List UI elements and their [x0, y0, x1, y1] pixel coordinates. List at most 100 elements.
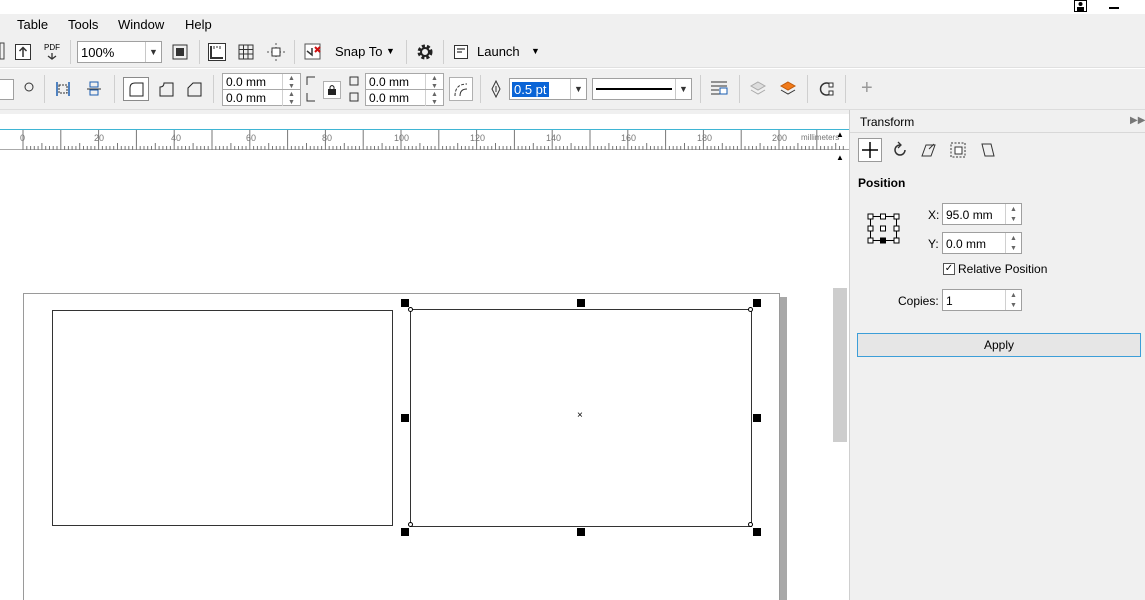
position-tab-icon[interactable]	[858, 138, 882, 162]
spin-up-icon[interactable]: ▲	[1005, 290, 1021, 300]
spin-down-icon[interactable]: ▼	[1005, 243, 1021, 253]
snap-off-icon[interactable]	[301, 41, 325, 63]
menu-tools[interactable]: Tools	[68, 17, 98, 32]
x-position-field[interactable]: 95.0 mm ▲ ▼	[942, 203, 1022, 225]
spin-up-icon[interactable]: ▲	[425, 74, 443, 82]
zoom-to-page-icon[interactable]	[168, 41, 192, 63]
menu-window[interactable]: Window	[118, 17, 164, 32]
scalloped-corner-icon[interactable]	[154, 78, 178, 100]
to-front-icon[interactable]	[776, 78, 800, 100]
y-position-value[interactable]: 0.0 mm	[946, 237, 986, 251]
pdf-icon[interactable]: PDF	[40, 41, 64, 63]
zoom-select[interactable]: 100% ▼	[77, 41, 162, 63]
spin-up-icon[interactable]: ▲	[282, 90, 300, 98]
gear-icon[interactable]	[413, 41, 437, 63]
chamfered-corner-icon[interactable]	[182, 78, 206, 100]
expand-icon[interactable]: ▶▶	[1130, 115, 1145, 126]
drawing-canvas[interactable]: ×	[0, 151, 833, 600]
text-wrap-icon[interactable]	[707, 78, 731, 100]
round-corner-icon[interactable]	[123, 77, 149, 101]
ruler-ticks	[22, 130, 844, 150]
corner-node[interactable]	[748, 307, 753, 312]
selection-handle[interactable]	[753, 414, 761, 422]
outline-width-value[interactable]: 0.5 pt	[512, 82, 549, 97]
launch-icon[interactable]	[450, 41, 472, 63]
selection-handle[interactable]	[401, 299, 409, 307]
corner-radius-4-field[interactable]: 0.0 mm ▲ ▼	[365, 89, 444, 106]
copies-value[interactable]: 1	[946, 294, 953, 308]
rectangle-shape-left[interactable]	[52, 310, 393, 526]
spin-down-icon[interactable]: ▼	[1005, 214, 1021, 224]
lock-icon[interactable]	[323, 81, 341, 99]
chevron-down-icon[interactable]: ▼	[386, 46, 395, 56]
pen-icon[interactable]	[488, 79, 504, 99]
ruler-tick-label: 200	[772, 133, 788, 143]
guidelines-icon[interactable]	[264, 41, 288, 63]
chevron-down-icon[interactable]: ▼	[570, 79, 586, 99]
circle-icon[interactable]	[22, 80, 36, 94]
minimize-icon[interactable]	[1108, 2, 1120, 14]
spin-down-icon[interactable]: ▼	[282, 98, 300, 106]
align-icon[interactable]	[52, 79, 74, 99]
corner-bottom-right-icon	[347, 91, 361, 103]
partial-field[interactable]	[0, 79, 14, 100]
skew-tab-icon[interactable]	[976, 138, 1000, 162]
scroll-up-icon[interactable]: ▲	[836, 130, 844, 139]
selection-handle[interactable]	[753, 528, 761, 536]
spin-up-icon[interactable]: ▲	[425, 90, 443, 98]
chevron-down-icon[interactable]: ▼	[675, 79, 691, 99]
selection-handle[interactable]	[401, 414, 409, 422]
relative-position-label[interactable]: Relative Position	[958, 262, 1047, 276]
add-tool-button[interactable]: +	[861, 77, 873, 100]
spin-up-icon[interactable]: ▲	[1005, 233, 1021, 243]
to-back-icon[interactable]	[746, 78, 770, 100]
size-tab-icon[interactable]	[946, 138, 970, 162]
apply-button[interactable]: Apply	[857, 333, 1141, 357]
grid-icon[interactable]	[234, 41, 258, 63]
scale-tab-icon[interactable]	[916, 138, 940, 162]
spin-up-icon[interactable]: ▲	[1005, 204, 1021, 214]
center-marker-icon[interactable]: ×	[577, 410, 583, 421]
corner-node[interactable]	[408, 307, 413, 312]
separator	[44, 75, 45, 103]
rulers-icon[interactable]	[205, 41, 229, 63]
scale-corners-icon[interactable]	[449, 77, 473, 101]
copies-field[interactable]: 1 ▲ ▼	[942, 289, 1022, 311]
spin-up-icon[interactable]: ▲	[282, 74, 300, 82]
outline-width-select[interactable]: 0.5 pt ▼	[509, 78, 587, 100]
chevron-down-icon[interactable]: ▼	[145, 42, 161, 62]
corner-top-icon	[305, 75, 317, 87]
user-icon[interactable]	[1074, 0, 1087, 14]
corner-radius-2-field[interactable]: 0.0 mm ▲ ▼	[222, 89, 301, 106]
corner-radius-1-value: 0.0 mm	[226, 75, 267, 89]
x-position-value[interactable]: 95.0 mm	[946, 208, 993, 222]
corner-node[interactable]	[748, 522, 753, 527]
scrollbar-thumb[interactable]	[833, 288, 847, 442]
rotate-tab-icon[interactable]	[888, 138, 912, 162]
spin-down-icon[interactable]: ▼	[425, 98, 443, 106]
menu-table[interactable]: Table	[17, 17, 48, 32]
snap-to-label[interactable]: Snap To	[335, 44, 382, 59]
line-style-select[interactable]: ▼	[592, 78, 692, 100]
distribute-icon[interactable]	[83, 79, 105, 99]
selection-handle[interactable]	[577, 528, 585, 536]
launch-label[interactable]: Launch	[477, 44, 520, 59]
menu-help[interactable]: Help	[185, 17, 212, 32]
scroll-up-icon[interactable]: ▲	[836, 153, 844, 162]
vertical-scrollbar[interactable]	[833, 151, 849, 600]
anchor-grid[interactable]	[867, 211, 901, 245]
convert-to-curves-icon[interactable]	[814, 78, 838, 100]
selection-handle[interactable]	[401, 528, 409, 536]
corner-radius-3-field[interactable]: 0.0 mm ▲ ▼	[365, 73, 444, 90]
selection-handle[interactable]	[577, 299, 585, 307]
selection-handle[interactable]	[753, 299, 761, 307]
ruler-units-label: millimeters	[801, 133, 840, 142]
spin-down-icon[interactable]: ▼	[1005, 300, 1021, 310]
export-icon[interactable]	[12, 41, 34, 63]
corner-radius-1-field[interactable]: 0.0 mm ▲ ▼	[222, 73, 301, 90]
horizontal-ruler[interactable]: 0 20 40 60 80 100 120 140 160 180 200 mi…	[0, 130, 849, 150]
corner-node[interactable]	[408, 522, 413, 527]
relative-position-checkbox[interactable]: ✓	[943, 263, 955, 275]
y-position-field[interactable]: 0.0 mm ▲ ▼	[942, 232, 1022, 254]
chevron-down-icon[interactable]: ▼	[531, 46, 540, 56]
